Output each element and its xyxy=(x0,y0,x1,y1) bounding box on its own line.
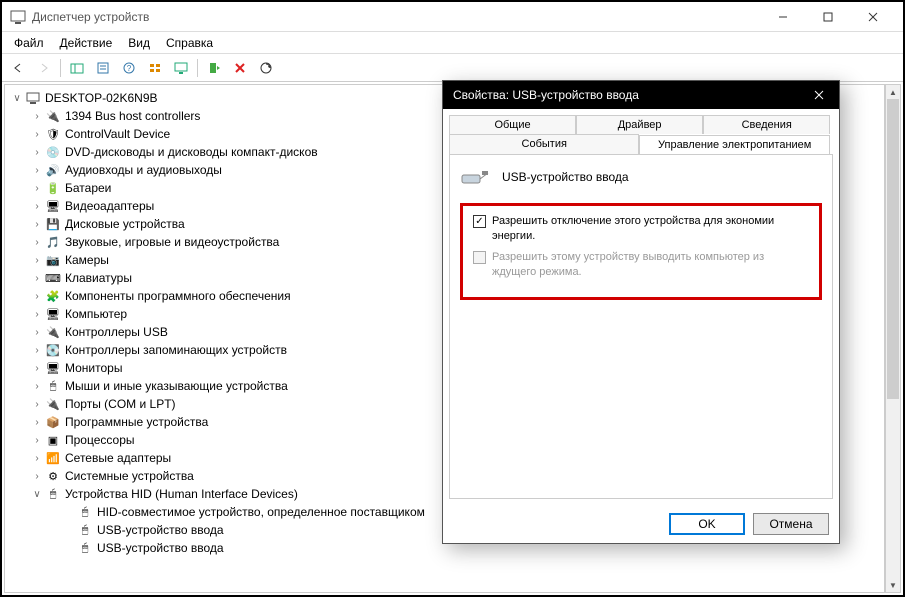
disc-icon: 💿 xyxy=(45,144,61,160)
ok-button[interactable]: OK xyxy=(669,513,745,535)
disk-icon: 💾 xyxy=(45,216,61,232)
usb-icon: 🔌 xyxy=(45,324,61,340)
tab-content-power: USB-устройство ввода Разрешить отключени… xyxy=(449,154,833,499)
menu-action[interactable]: Действие xyxy=(52,34,121,52)
chevron-right-icon[interactable]: › xyxy=(29,381,45,392)
chevron-right-icon[interactable]: › xyxy=(29,363,45,374)
hid-device-icon: 🖱 xyxy=(77,504,93,520)
dialog-titlebar[interactable]: Свойства: USB-устройство ввода xyxy=(443,81,839,109)
chevron-right-icon[interactable]: › xyxy=(29,273,45,284)
allow-wake-label: Разрешить этому устройству выводить комп… xyxy=(492,250,809,280)
chevron-down-icon[interactable]: ∨ xyxy=(9,93,25,104)
device-large-icon xyxy=(460,165,492,189)
software-icon: 🧩 xyxy=(45,288,61,304)
display-icon: 🖥 xyxy=(45,198,61,214)
chevron-right-icon[interactable]: › xyxy=(29,435,45,446)
allow-power-off-label: Разрешить отключение этого устройства дл… xyxy=(492,214,809,244)
chevron-right-icon[interactable]: › xyxy=(29,327,45,338)
chevron-right-icon[interactable]: › xyxy=(29,147,45,158)
menu-view[interactable]: Вид xyxy=(120,34,158,52)
camera-icon: 📷 xyxy=(45,252,61,268)
chevron-right-icon[interactable]: › xyxy=(29,309,45,320)
help-icon[interactable]: ? xyxy=(117,57,141,79)
tab-general[interactable]: Общие xyxy=(449,115,576,134)
tab-events[interactable]: События xyxy=(449,134,639,154)
monitor-icon: 🖥 xyxy=(45,360,61,376)
properties-icon[interactable] xyxy=(91,57,115,79)
highlighted-options: Разрешить отключение этого устройства дл… xyxy=(460,203,822,300)
menu-bar: Файл Действие Вид Справка xyxy=(2,32,903,54)
allow-power-off-checkbox[interactable] xyxy=(473,215,486,228)
sound-icon: 🎵 xyxy=(45,234,61,250)
device-icon: 🛡 xyxy=(45,126,61,142)
forward-button[interactable] xyxy=(32,57,56,79)
scroll-thumb[interactable] xyxy=(887,99,899,399)
port-icon: 🔌 xyxy=(45,396,61,412)
computer-icon: 🖥 xyxy=(45,306,61,322)
chevron-right-icon[interactable]: › xyxy=(29,291,45,302)
device-name-label: USB-устройство ввода xyxy=(502,170,629,184)
dialog-tabs: Общие Драйвер Сведения События Управлени… xyxy=(449,115,833,154)
chevron-right-icon[interactable]: › xyxy=(29,201,45,212)
chevron-right-icon[interactable]: › xyxy=(29,417,45,428)
close-button[interactable] xyxy=(850,2,895,32)
chevron-right-icon[interactable]: › xyxy=(29,183,45,194)
mouse-icon: 🖱 xyxy=(45,378,61,394)
device-icon: 🔌 xyxy=(45,108,61,124)
enable-icon[interactable] xyxy=(202,57,226,79)
keyboard-icon: ⌨ xyxy=(45,270,61,286)
chevron-right-icon[interactable]: › xyxy=(29,165,45,176)
dialog-title: Свойства: USB-устройство ввода xyxy=(453,88,799,102)
app-icon xyxy=(10,9,26,25)
tab-details[interactable]: Сведения xyxy=(703,115,830,134)
properties-dialog: Свойства: USB-устройство ввода Общие Дра… xyxy=(442,80,840,544)
computer-icon xyxy=(25,90,41,106)
window-title: Диспетчер устройств xyxy=(32,10,760,24)
audio-icon: 🔊 xyxy=(45,162,61,178)
scroll-down-icon[interactable]: ▼ xyxy=(886,578,900,592)
tab-power-management[interactable]: Управление электропитанием xyxy=(639,135,829,155)
dialog-button-row: OK Отмена xyxy=(443,505,839,543)
show-hidden-icon[interactable] xyxy=(65,57,89,79)
chevron-right-icon[interactable]: › xyxy=(29,399,45,410)
storage-icon: 💽 xyxy=(45,342,61,358)
chevron-right-icon[interactable]: › xyxy=(29,453,45,464)
network-icon: 📶 xyxy=(45,450,61,466)
chevron-right-icon[interactable]: › xyxy=(29,237,45,248)
battery-icon: 🔋 xyxy=(45,180,61,196)
chevron-right-icon[interactable]: › xyxy=(29,255,45,266)
hid-device-icon: 🖱 xyxy=(77,540,93,556)
software-icon: 📦 xyxy=(45,414,61,430)
chevron-right-icon[interactable]: › xyxy=(29,471,45,482)
scroll-up-icon[interactable]: ▲ xyxy=(886,85,900,99)
uninstall-icon[interactable] xyxy=(228,57,252,79)
hid-icon: 🖱 xyxy=(45,486,61,502)
chevron-right-icon[interactable]: › xyxy=(29,345,45,356)
scan-icon[interactable] xyxy=(254,57,278,79)
chevron-down-icon[interactable]: ∨ xyxy=(29,489,45,500)
cancel-button[interactable]: Отмена xyxy=(753,513,829,535)
main-titlebar: Диспетчер устройств xyxy=(2,2,903,32)
svg-text:?: ? xyxy=(127,64,132,73)
back-button[interactable] xyxy=(6,57,30,79)
hid-device-icon: 🖱 xyxy=(77,522,93,538)
view-icon[interactable] xyxy=(143,57,167,79)
allow-wake-checkbox xyxy=(473,251,486,264)
tree-root-label: DESKTOP-02K6N9B xyxy=(45,91,158,105)
minimize-button[interactable] xyxy=(760,2,805,32)
maximize-button[interactable] xyxy=(805,2,850,32)
chevron-right-icon[interactable]: › xyxy=(29,111,45,122)
menu-file[interactable]: Файл xyxy=(6,34,52,52)
monitor-icon[interactable] xyxy=(169,57,193,79)
tab-driver[interactable]: Драйвер xyxy=(576,115,703,134)
system-icon: ⚙ xyxy=(45,468,61,484)
chevron-right-icon[interactable]: › xyxy=(29,219,45,230)
menu-help[interactable]: Справка xyxy=(158,34,221,52)
toolbar: ? xyxy=(2,54,903,82)
cpu-icon: ▣ xyxy=(45,432,61,448)
vertical-scrollbar[interactable]: ▲ ▼ xyxy=(885,84,901,593)
chevron-right-icon[interactable]: › xyxy=(29,129,45,140)
dialog-close-button[interactable] xyxy=(799,81,839,109)
